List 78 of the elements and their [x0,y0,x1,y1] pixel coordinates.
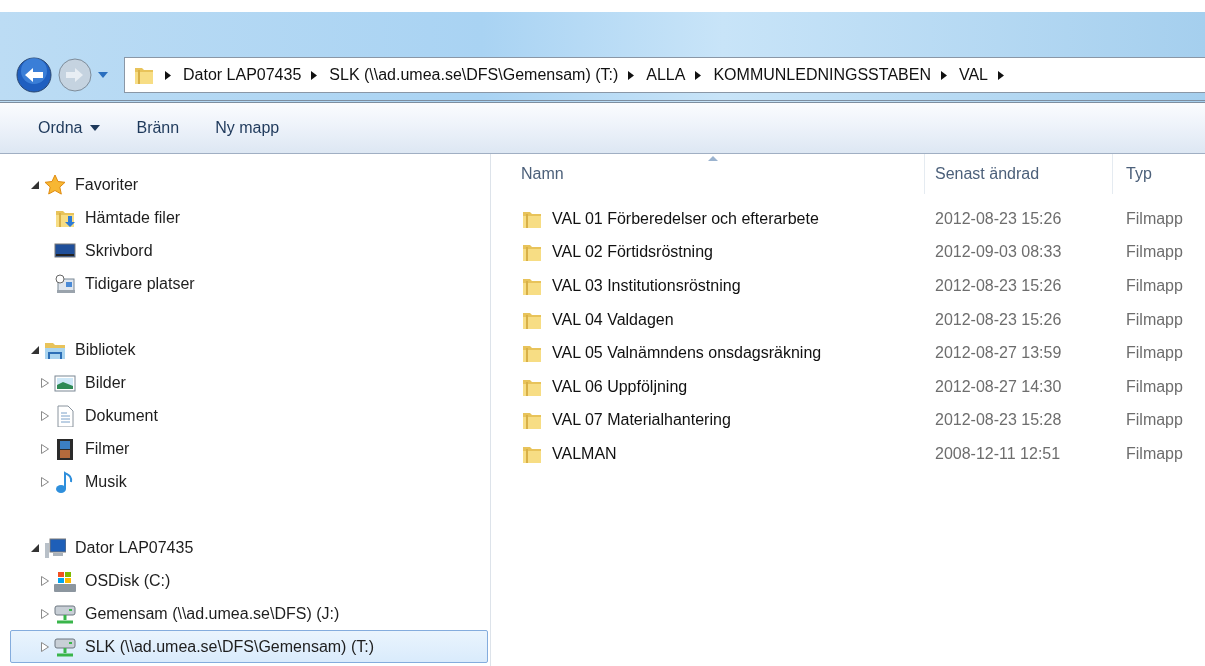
tree-item[interactable]: Bibliotek [10,333,488,366]
document-icon [54,404,76,427]
tree-item[interactable]: Dator LAP07435 [10,531,488,564]
table-cell-text: Filmapp [1125,344,1184,363]
column-header[interactable]: Namn [491,154,925,194]
chevron-icon[interactable] [165,70,171,80]
table-cell-text: 2012-08-23 15:28 [934,411,1063,430]
chevron-icon[interactable] [940,70,947,80]
table-cell-text: 2012-08-23 15:26 [934,310,1063,329]
expanded-arrow-icon[interactable] [31,345,39,354]
table-cell-text: Filmapp [1125,377,1184,396]
star-icon [44,173,66,196]
tree-item[interactable]: OSDisk (C:) [10,564,488,597]
tree-item[interactable]: Musik [10,465,488,498]
tree-item[interactable]: Hämtade filer [10,201,488,234]
breadcrumb-item[interactable]: SLK (\\ad.umea.se\DFS\Gemensam) (T:) [329,66,619,84]
tree-item[interactable]: Skrivbord [10,234,488,267]
column-header[interactable]: Senast ändrad [925,154,1113,194]
toolbar-button[interactable]: Ordna [26,113,113,143]
file-name[interactable]: VAL 05 Valnämndens onsdagsräkning [491,342,925,365]
toolbar-button[interactable]: Bränn [124,113,192,143]
file-name[interactable]: VALMAN [491,442,925,465]
table-cell-text: Filmapp [1125,310,1184,329]
tree-item[interactable]: Filmer [10,432,488,465]
tree-item[interactable]: Bilder [10,366,488,399]
table-cell-text: Filmapp [1125,209,1184,228]
collapsed-arrow-icon[interactable] [41,377,49,388]
expanded-arrow-icon[interactable] [31,543,39,552]
tree-item[interactable]: Favoriter [10,168,488,201]
table-cell-text: 2012-09-03 08:33 [934,243,1063,262]
film-strip-icon [54,437,76,460]
computer-icon [44,536,66,559]
collapsed-arrow-icon[interactable] [41,641,49,652]
history-dropdown-icon[interactable] [98,72,108,78]
expanded-arrow-icon[interactable] [31,180,39,189]
network-drive-icon [54,602,76,625]
file-name[interactable]: VAL 01 Förberedelser och efterarbete [491,207,925,230]
chevron-icon[interactable] [695,70,702,80]
collapsed-arrow-icon[interactable] [41,575,49,586]
table-cell-text: 2012-08-27 13:59 [934,344,1063,363]
file-name[interactable]: VAL 03 Institutionsröstning [491,275,925,297]
table-cell-text: Filmapp [1125,277,1184,295]
network-drive-icon [54,635,76,658]
chevron-icon[interactable] [311,70,318,80]
collapsed-arrow-icon[interactable] [41,443,49,454]
sort-ascending-icon [707,156,718,161]
breadcrumb-item[interactable]: ALLA [646,66,686,84]
tree-item[interactable]: SLK (\\ad.umea.se\DFS\Gemensam) (T:) [10,630,488,663]
collapsed-arrow-icon[interactable] [41,410,49,421]
file-name[interactable]: VAL 07 Materialhantering [491,409,925,432]
chevron-icon[interactable] [628,70,635,80]
breadcrumb-item[interactable]: Dator LAP07435 [183,66,302,84]
tree-item[interactable]: Gemensam (\\ad.umea.se\DFS) (J:) [10,597,488,630]
table-cell-text: Filmapp [1125,444,1184,463]
table-cell-text: Filmapp [1125,411,1184,430]
tree-item[interactable]: Tidigare platser [10,267,488,300]
hard-drive-icon [54,569,76,592]
address-bar[interactable]: Dator LAP07435 SLK (\\ad.umea.se\DFS\Gemensam) (T:) ALLA KOMMUNLEDNINGSSTABEN VAL [124,57,1205,93]
tree-item[interactable]: Dokument [10,399,488,432]
toolbar-button[interactable]: Ny mapp [203,113,292,143]
chevron-icon[interactable] [998,70,1004,80]
file-name[interactable]: VAL 02 Förtidsröstning [491,241,925,264]
breadcrumb-item[interactable]: KOMMUNLEDNINGSSTABEN [713,66,931,84]
table-cell-text: 2012-08-27 14:30 [934,377,1063,396]
file-name[interactable]: VAL 04 Valdagen [491,308,925,331]
back-button[interactable] [16,57,52,93]
breadcrumb-item[interactable]: VAL [958,66,988,84]
dropdown-caret-icon [90,125,101,131]
column-header[interactable]: Typ [1113,154,1205,194]
table-cell-text: 2008-12-11 12:51 [934,444,1062,463]
collapsed-arrow-icon[interactable] [41,476,49,487]
collapsed-arrow-icon[interactable] [41,608,49,619]
forward-button[interactable] [58,58,92,92]
table-cell-text: Filmapp [1125,243,1184,262]
file-name[interactable]: VAL 06 Uppföljning [491,375,925,398]
table-cell-text: 2012-08-23 15:26 [934,209,1063,228]
table-cell-text: 2012-08-23 15:26 [934,277,1063,295]
recent-places-icon [54,272,76,295]
